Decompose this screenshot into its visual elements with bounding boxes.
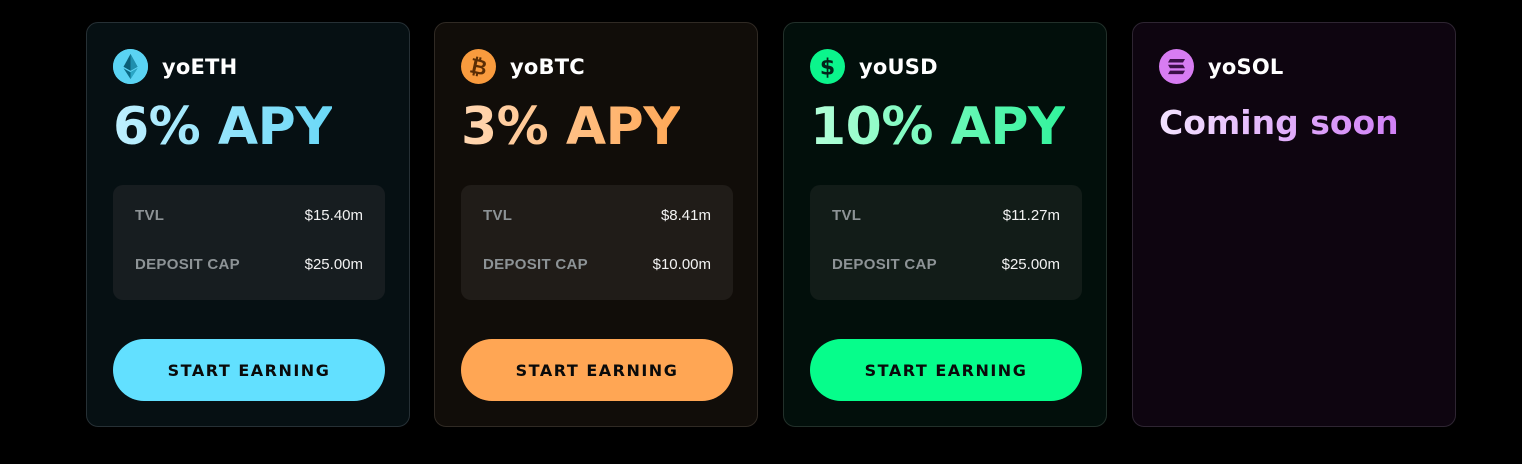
tvl-label: TVL xyxy=(832,207,862,224)
vault-name: yoSOL xyxy=(1208,54,1284,79)
solana-icon xyxy=(1159,49,1194,84)
vault-cards-row: yoETH 6% APY TVL $15.40m DEPOSIT CAP $25… xyxy=(0,0,1522,464)
svg-text:$: $ xyxy=(820,56,835,81)
card-header: yoETH xyxy=(113,49,237,84)
card-header: ₿ yoBTC xyxy=(461,49,585,84)
vault-card-yoeth: yoETH 6% APY TVL $15.40m DEPOSIT CAP $25… xyxy=(86,22,410,427)
start-earning-button[interactable]: START EARNING xyxy=(461,339,733,401)
card-header: $ yoUSD xyxy=(810,49,938,84)
tvl-label: TVL xyxy=(483,207,513,224)
vault-card-yousd: $ yoUSD 10% APY TVL $11.27m DEPOSIT CAP … xyxy=(783,22,1107,427)
deposit-cap-row: DEPOSIT CAP $25.00m xyxy=(135,256,363,273)
tvl-value: $15.40m xyxy=(304,207,363,224)
vault-name: yoBTC xyxy=(510,54,585,79)
deposit-cap-row: DEPOSIT CAP $10.00m xyxy=(483,256,711,273)
vault-card-yosol: yoSOL Coming soon xyxy=(1132,22,1456,427)
card-header: yoSOL xyxy=(1159,49,1283,84)
tvl-label: TVL xyxy=(135,207,165,224)
tvl-row: TVL $15.40m xyxy=(135,207,363,224)
tvl-value: $8.41m xyxy=(660,207,711,224)
tvl-row: TVL $8.41m xyxy=(483,207,711,224)
vault-name: yoUSD xyxy=(859,54,938,79)
stats-panel: TVL $8.41m DEPOSIT CAP $10.00m xyxy=(461,185,733,300)
vault-card-yobtc: ₿ yoBTC 3% APY TVL $8.41m DEPOSIT CAP $1… xyxy=(434,22,758,427)
coming-soon-label: Coming soon xyxy=(1159,103,1399,142)
deposit-cap-value: $25.00m xyxy=(304,256,363,273)
apy-value: 10% APY xyxy=(810,97,1066,157)
bitcoin-icon: ₿ xyxy=(461,49,496,84)
stats-panel: TVL $11.27m DEPOSIT CAP $25.00m xyxy=(810,185,1082,300)
apy-value: 6% APY xyxy=(113,97,333,157)
deposit-cap-value: $10.00m xyxy=(652,256,711,273)
deposit-cap-label: DEPOSIT CAP xyxy=(483,256,588,273)
vault-name: yoETH xyxy=(162,54,238,79)
apy-value: 3% APY xyxy=(461,97,681,157)
deposit-cap-row: DEPOSIT CAP $25.00m xyxy=(832,256,1060,273)
start-earning-button[interactable]: START EARNING xyxy=(810,339,1082,401)
deposit-cap-label: DEPOSIT CAP xyxy=(135,256,240,273)
dollar-icon: $ xyxy=(810,49,845,84)
tvl-row: TVL $11.27m xyxy=(832,207,1060,224)
deposit-cap-label: DEPOSIT CAP xyxy=(832,256,937,273)
start-earning-button[interactable]: START EARNING xyxy=(113,339,385,401)
stats-panel: TVL $15.40m DEPOSIT CAP $25.00m xyxy=(113,185,385,300)
ethereum-icon xyxy=(113,49,148,84)
deposit-cap-value: $25.00m xyxy=(1001,256,1060,273)
tvl-value: $11.27m xyxy=(1002,207,1060,224)
